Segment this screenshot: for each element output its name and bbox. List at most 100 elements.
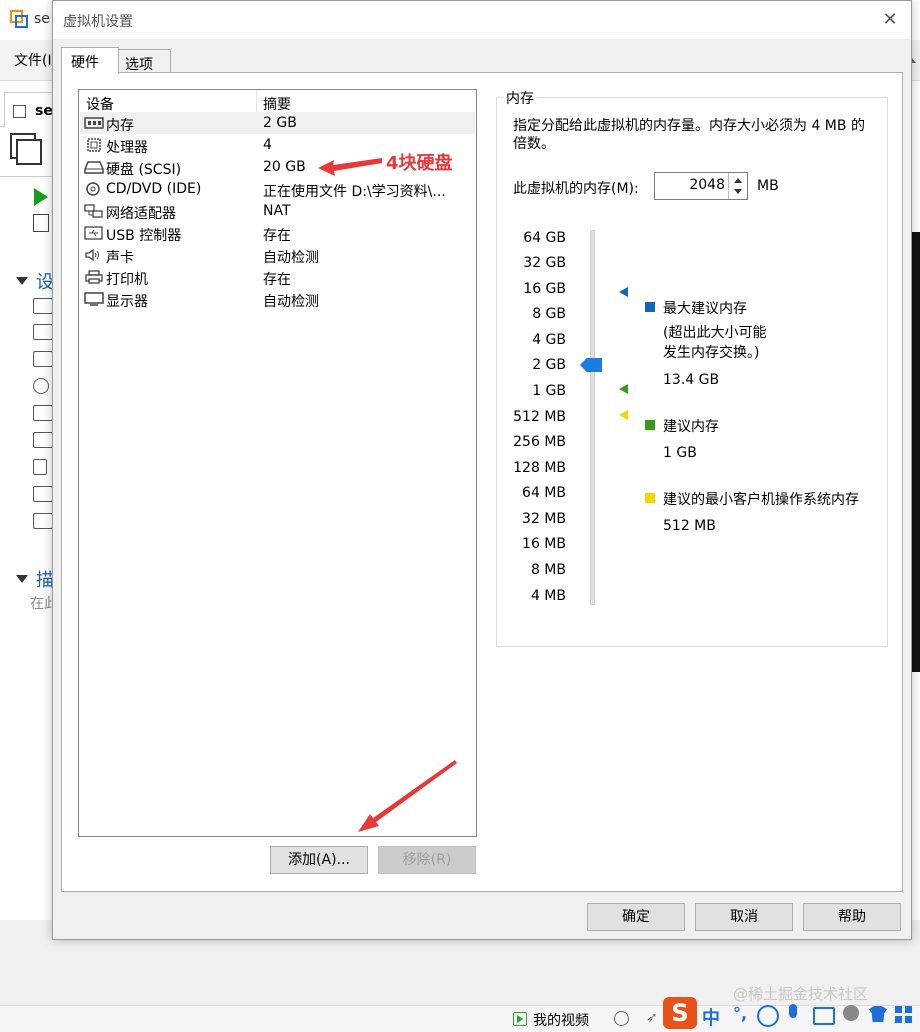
vm-tab-icon	[13, 105, 26, 118]
network-adapter-icon	[84, 204, 103, 218]
ime-punctuation-mode[interactable]: °,	[733, 1004, 747, 1023]
scale-tick: 16 MB	[522, 536, 566, 552]
memory-size-value[interactable]: 2048	[689, 177, 725, 193]
cd-dvd-icon	[86, 182, 100, 196]
menu-file[interactable]: 文件(I	[14, 50, 52, 70]
caret-down-icon	[16, 277, 28, 285]
vm-large-icon	[10, 133, 42, 165]
memory-group-title: 内存	[503, 88, 537, 108]
spin-down-icon[interactable]	[734, 189, 742, 194]
device-list[interactable]: 设备 摘要 内存 2 GB 处理器 4 硬盘 (SCSI) 20 GB CD/D…	[78, 89, 477, 837]
memory-slider-thumb[interactable]	[580, 358, 602, 372]
memory-spinner[interactable]	[728, 173, 747, 199]
device-name: 网络适配器	[106, 206, 176, 222]
caret-down-icon	[16, 575, 28, 583]
scale-tick: 32 MB	[522, 511, 566, 527]
scale-tick: 16 GB	[523, 281, 566, 297]
description-section-header[interactable]: 描	[16, 566, 54, 592]
spin-up-icon[interactable]	[734, 178, 742, 183]
device-name: CD/DVD (IDE)	[106, 181, 202, 197]
device-row-printer[interactable]: 打印机 存在	[80, 266, 475, 288]
edit-settings-icon[interactable]	[33, 214, 49, 232]
printer-icon	[85, 270, 103, 284]
min-guest-marker	[619, 410, 628, 420]
device-summary: 存在	[263, 272, 291, 288]
devices-section-header[interactable]: 设	[16, 268, 54, 294]
printer-icon	[33, 486, 53, 502]
microphone-icon[interactable]	[789, 1004, 797, 1018]
vmware-app-icon	[10, 10, 28, 28]
device-summary: 20 GB	[263, 159, 306, 175]
tab-hardware-label: 硬件	[71, 55, 99, 71]
scale-tick: 64 GB	[523, 230, 566, 246]
max-legend-note-1: (超出此大小可能	[663, 325, 767, 341]
sogou-ime-icon[interactable]: S	[663, 997, 697, 1029]
recommended-legend-title: 建议内存	[663, 419, 719, 435]
annotation-label: 4块硬盘	[386, 153, 453, 174]
usb-icon	[33, 432, 53, 448]
keyboard-icon[interactable]	[813, 1007, 835, 1025]
device-name: 硬盘 (SCSI)	[106, 162, 182, 178]
toolbox-grid-icon[interactable]	[895, 1006, 913, 1024]
harddisk-icon	[84, 161, 104, 174]
user-icon[interactable]	[843, 1005, 859, 1021]
recommended-legend-swatch	[645, 420, 655, 430]
monitor-icon	[84, 292, 104, 306]
close-icon[interactable]: ✕	[879, 9, 901, 31]
scale-tick: 4 GB	[532, 332, 566, 348]
ime-chinese-mode[interactable]: 中	[702, 1004, 720, 1030]
column-divider[interactable]	[256, 90, 257, 112]
device-summary: 正在使用文件 D:\学习资料\...	[263, 184, 446, 200]
column-header-device[interactable]: 设备	[86, 94, 114, 114]
device-row-display[interactable]: 显示器 自动检测	[80, 288, 475, 310]
device-summary: 自动检测	[263, 294, 319, 310]
memory-icon	[33, 298, 53, 314]
max-legend-swatch	[645, 302, 655, 312]
device-row-cd-dvd[interactable]: CD/DVD (IDE) 正在使用文件 D:\学习资料\...	[80, 178, 475, 200]
clock-icon[interactable]	[614, 1011, 629, 1026]
speaker-icon	[85, 248, 99, 262]
scale-tick: 32 GB	[523, 255, 566, 271]
cpu-icon	[33, 324, 53, 340]
device-summary: 4	[263, 137, 272, 153]
video-icon[interactable]	[513, 1012, 527, 1026]
cancel-button[interactable]: 取消	[695, 903, 793, 931]
max-recommended-marker	[619, 287, 628, 297]
power-on-icon[interactable]	[34, 188, 48, 206]
device-summary: 自动检测	[263, 250, 319, 266]
rocket-icon[interactable]: ➶	[646, 1010, 658, 1026]
column-header-summary[interactable]: 摘要	[263, 94, 291, 114]
dialog-titlebar: 虚拟机设置 ✕	[53, 1, 911, 39]
scale-tick: 2 GB	[532, 357, 566, 373]
cpu-icon	[87, 138, 101, 152]
recommended-marker	[619, 384, 628, 394]
divider	[0, 176, 60, 177]
device-summary: 2 GB	[263, 115, 297, 131]
watermark: @稀土掘金技术社区	[733, 985, 869, 1003]
vm-tab-label: se	[35, 103, 53, 119]
my-videos-label[interactable]: 我的视频	[533, 1010, 589, 1030]
network-adapter-icon	[33, 405, 53, 421]
tab-hardware[interactable]: 硬件	[61, 47, 119, 74]
device-row-sound-card[interactable]: 声卡 自动检测	[80, 244, 475, 266]
device-name: USB 控制器	[106, 228, 182, 244]
background-tabstrip: se	[0, 86, 62, 127]
device-row-usb[interactable]: USB 控制器 存在	[80, 222, 475, 244]
device-row-memory[interactable]: 内存 2 GB	[80, 112, 475, 134]
tab-options[interactable]: 选项	[117, 49, 171, 73]
vm-settings-dialog: 虚拟机设置 ✕ 硬件 选项 设备 摘要 内存 2 GB 处理器 4 硬盘 (SC…	[52, 0, 912, 940]
memory-size-input[interactable]: 2048	[654, 172, 748, 200]
memory-input-label: 此虚拟机的内存(M):	[513, 181, 639, 197]
help-button[interactable]: 帮助	[803, 903, 901, 931]
scale-tick: 128 MB	[513, 460, 566, 476]
device-row-network-adapter[interactable]: 网络适配器 NAT	[80, 200, 475, 222]
memory-slider-track[interactable]	[590, 230, 595, 605]
add-device-button[interactable]: 添加(A)...	[270, 846, 368, 874]
remove-device-button[interactable]: 移除(R)	[378, 846, 476, 874]
scale-tick: 4 MB	[530, 588, 566, 604]
scale-tick: 8 GB	[532, 306, 566, 322]
device-name: 显示器	[106, 294, 148, 310]
recommended-legend-value: 1 GB	[663, 445, 697, 461]
emoji-icon[interactable]	[757, 1005, 779, 1027]
ok-button[interactable]: 确定	[587, 903, 685, 931]
